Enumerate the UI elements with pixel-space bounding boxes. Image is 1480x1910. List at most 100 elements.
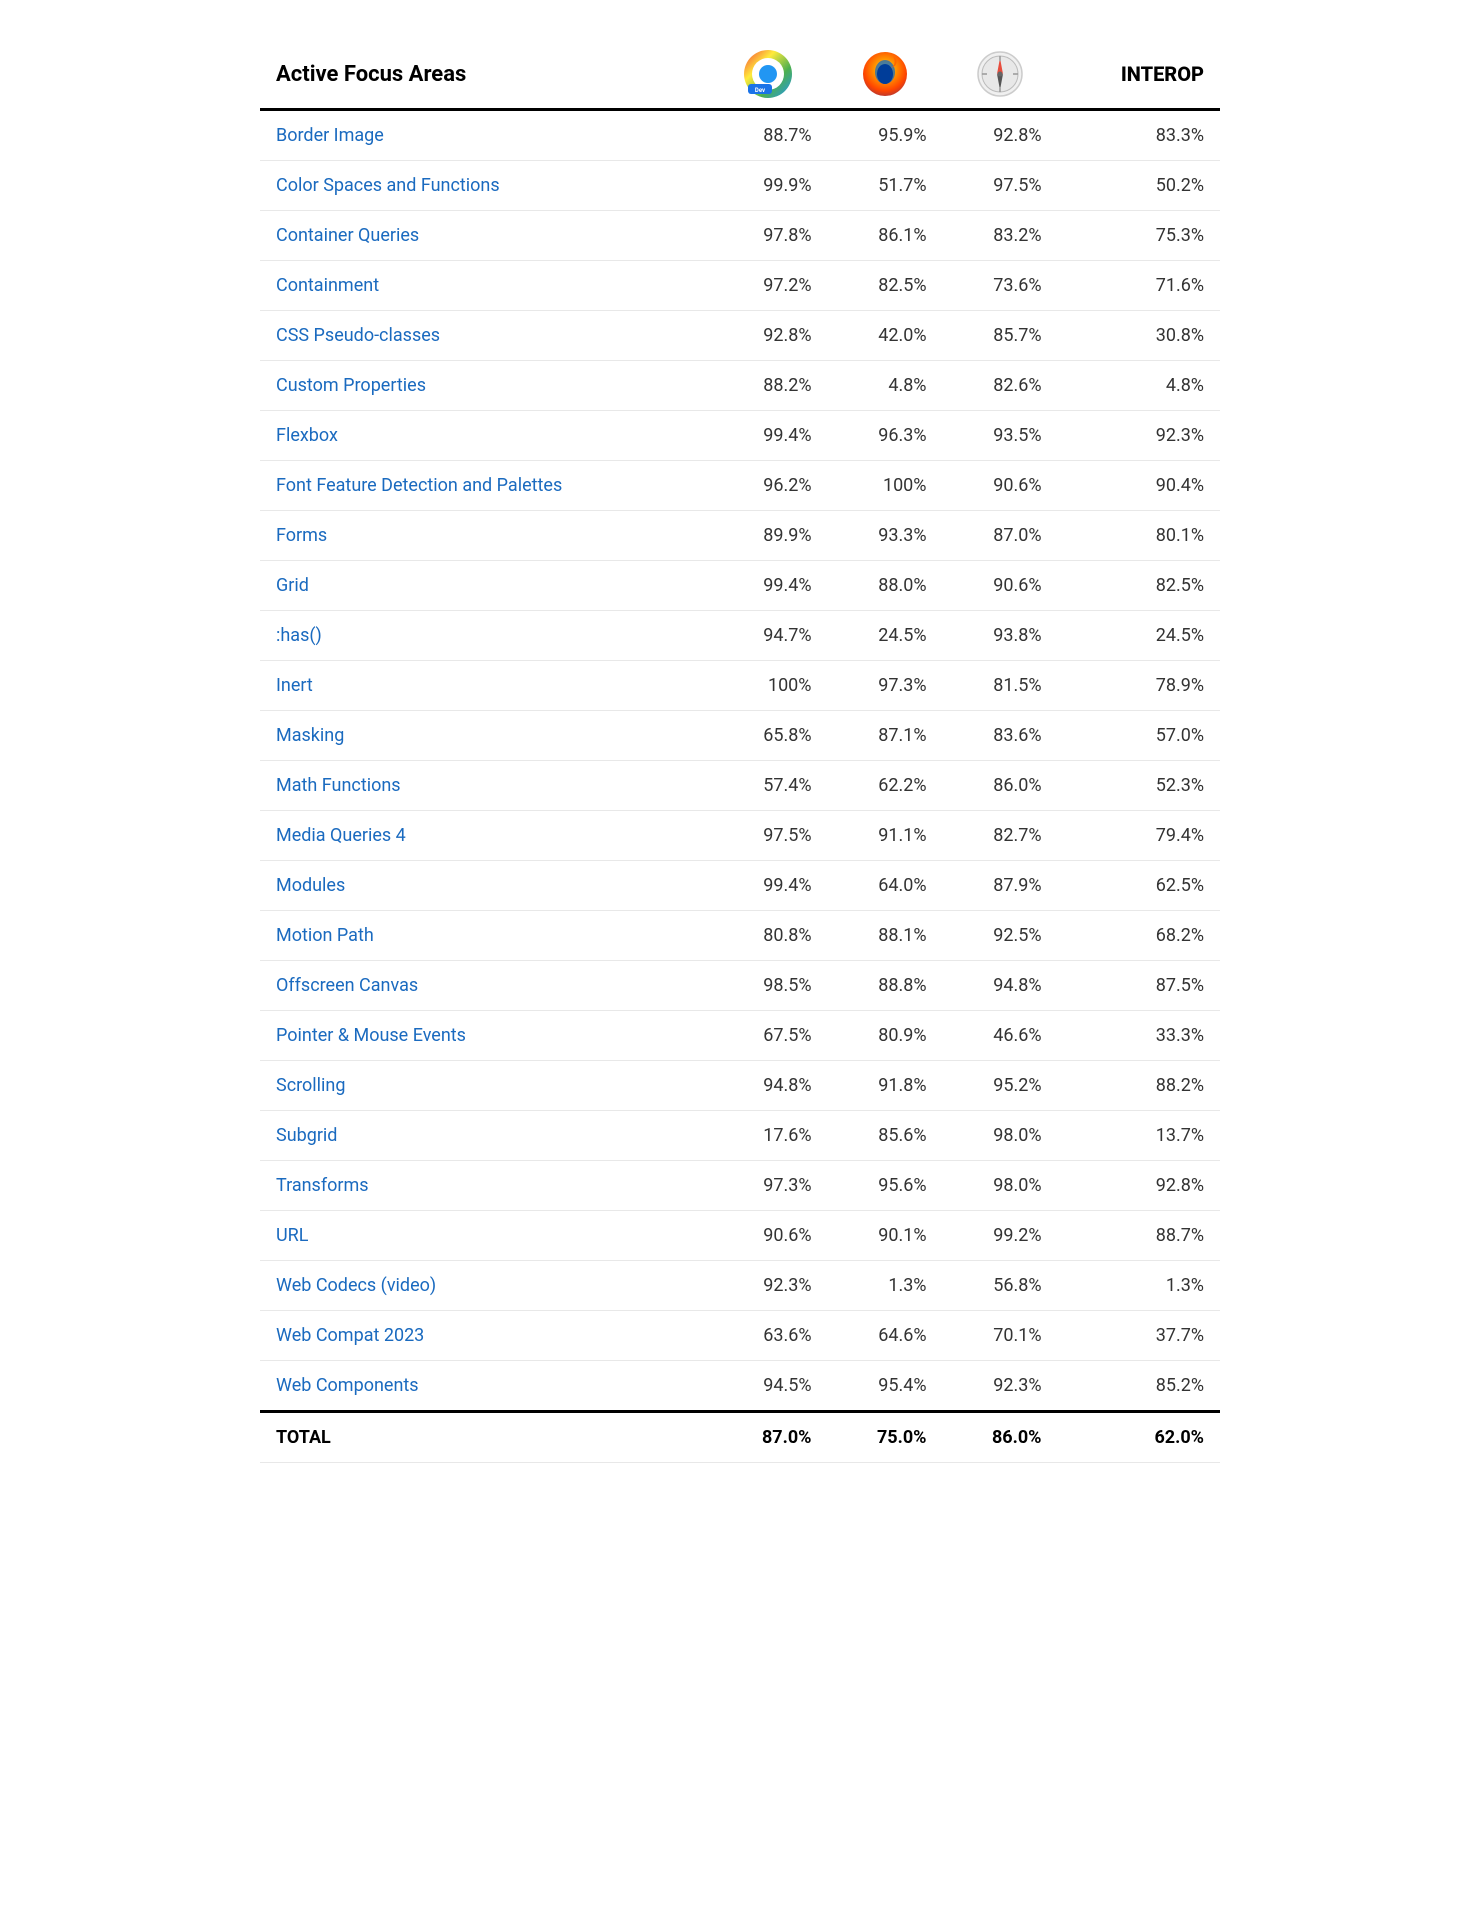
- row-safari: 90.6%: [943, 561, 1058, 611]
- row-safari: 98.0%: [943, 1161, 1058, 1211]
- row-chrome: 67.5%: [709, 1011, 828, 1061]
- row-name[interactable]: Flexbox: [260, 411, 709, 461]
- row-firefox: 88.0%: [828, 561, 943, 611]
- row-chrome: 99.4%: [709, 861, 828, 911]
- table-row: Offscreen Canvas98.5%88.8%94.8%87.5%: [260, 961, 1220, 1011]
- row-firefox: 97.3%: [828, 661, 943, 711]
- row-safari: 81.5%: [943, 661, 1058, 711]
- row-interop: 33.3%: [1058, 1011, 1221, 1061]
- row-name[interactable]: Inert: [260, 661, 709, 711]
- row-name[interactable]: Scrolling: [260, 1061, 709, 1111]
- table-header-row: Active Focus Areas: [260, 40, 1220, 110]
- row-firefox: 1.3%: [828, 1261, 943, 1311]
- row-interop: 83.3%: [1058, 110, 1221, 161]
- svg-text:Dev: Dev: [755, 87, 765, 94]
- row-interop: 24.5%: [1058, 611, 1221, 661]
- row-chrome: 65.8%: [709, 711, 828, 761]
- row-firefox: 64.6%: [828, 1311, 943, 1361]
- row-name[interactable]: Transforms: [260, 1161, 709, 1211]
- row-chrome: 97.2%: [709, 261, 828, 311]
- row-interop: 80.1%: [1058, 511, 1221, 561]
- row-name[interactable]: Web Codecs (video): [260, 1261, 709, 1311]
- row-chrome: 94.5%: [709, 1361, 828, 1412]
- table-row: Container Queries97.8%86.1%83.2%75.3%: [260, 211, 1220, 261]
- row-name[interactable]: Font Feature Detection and Palettes: [260, 461, 709, 511]
- row-firefox: 95.6%: [828, 1161, 943, 1211]
- col-safari-header: [943, 40, 1058, 110]
- row-safari: 56.8%: [943, 1261, 1058, 1311]
- row-name[interactable]: Containment: [260, 261, 709, 311]
- row-name[interactable]: Math Functions: [260, 761, 709, 811]
- row-name[interactable]: Color Spaces and Functions: [260, 161, 709, 211]
- row-chrome: 99.4%: [709, 561, 828, 611]
- row-name[interactable]: :has(): [260, 611, 709, 661]
- table-row: Grid99.4%88.0%90.6%82.5%: [260, 561, 1220, 611]
- row-name[interactable]: Masking: [260, 711, 709, 761]
- row-interop: 78.9%: [1058, 661, 1221, 711]
- row-interop: 71.6%: [1058, 261, 1221, 311]
- table-row: Forms89.9%93.3%87.0%80.1%: [260, 511, 1220, 561]
- row-firefox: 100%: [828, 461, 943, 511]
- row-safari: 70.1%: [943, 1311, 1058, 1361]
- row-name[interactable]: Grid: [260, 561, 709, 611]
- row-name[interactable]: Subgrid: [260, 1111, 709, 1161]
- row-safari: 87.0%: [943, 511, 1058, 561]
- row-safari: 73.6%: [943, 261, 1058, 311]
- row-name[interactable]: Web Components: [260, 1361, 709, 1412]
- row-name[interactable]: CSS Pseudo-classes: [260, 311, 709, 361]
- row-name[interactable]: Pointer & Mouse Events: [260, 1011, 709, 1061]
- row-name[interactable]: Forms: [260, 511, 709, 561]
- total-interop: 62.0%: [1058, 1412, 1221, 1463]
- row-interop: 50.2%: [1058, 161, 1221, 211]
- col-interop-header: INTEROP: [1058, 40, 1221, 110]
- col-focus-areas: Active Focus Areas: [260, 40, 709, 110]
- total-label: TOTAL: [260, 1412, 709, 1463]
- row-name[interactable]: Modules: [260, 861, 709, 911]
- row-safari: 83.6%: [943, 711, 1058, 761]
- row-chrome: 88.7%: [709, 110, 828, 161]
- row-name[interactable]: Border Image: [260, 110, 709, 161]
- row-chrome: 89.9%: [709, 511, 828, 561]
- row-interop: 88.7%: [1058, 1211, 1221, 1261]
- row-firefox: 95.9%: [828, 110, 943, 161]
- row-firefox: 88.8%: [828, 961, 943, 1011]
- row-safari: 82.7%: [943, 811, 1058, 861]
- row-interop: 68.2%: [1058, 911, 1221, 961]
- row-name[interactable]: URL: [260, 1211, 709, 1261]
- total-safari: 86.0%: [943, 1412, 1058, 1463]
- row-name[interactable]: Offscreen Canvas: [260, 961, 709, 1011]
- row-name[interactable]: Media Queries 4: [260, 811, 709, 861]
- row-firefox: 86.1%: [828, 211, 943, 261]
- row-safari: 82.6%: [943, 361, 1058, 411]
- row-chrome: 92.8%: [709, 311, 828, 361]
- col-firefox-header: [828, 40, 943, 110]
- chrome-dev-icon: Dev: [742, 48, 794, 100]
- row-safari: 93.8%: [943, 611, 1058, 661]
- row-safari: 83.2%: [943, 211, 1058, 261]
- row-name[interactable]: Custom Properties: [260, 361, 709, 411]
- table-row: :has()94.7%24.5%93.8%24.5%: [260, 611, 1220, 661]
- total-row: TOTAL 87.0% 75.0% 86.0% 62.0%: [260, 1412, 1220, 1463]
- row-chrome: 100%: [709, 661, 828, 711]
- row-interop: 82.5%: [1058, 561, 1221, 611]
- row-chrome: 99.9%: [709, 161, 828, 211]
- row-interop: 87.5%: [1058, 961, 1221, 1011]
- row-interop: 88.2%: [1058, 1061, 1221, 1111]
- row-name[interactable]: Motion Path: [260, 911, 709, 961]
- row-name[interactable]: Container Queries: [260, 211, 709, 261]
- row-firefox: 82.5%: [828, 261, 943, 311]
- row-firefox: 4.8%: [828, 361, 943, 411]
- row-interop: 30.8%: [1058, 311, 1221, 361]
- row-interop: 79.4%: [1058, 811, 1221, 861]
- row-firefox: 87.1%: [828, 711, 943, 761]
- row-name[interactable]: Web Compat 2023: [260, 1311, 709, 1361]
- row-interop: 52.3%: [1058, 761, 1221, 811]
- row-firefox: 62.2%: [828, 761, 943, 811]
- row-safari: 97.5%: [943, 161, 1058, 211]
- table-row: Containment97.2%82.5%73.6%71.6%: [260, 261, 1220, 311]
- row-chrome: 97.3%: [709, 1161, 828, 1211]
- table-row: URL90.6%90.1%99.2%88.7%: [260, 1211, 1220, 1261]
- total-firefox: 75.0%: [828, 1412, 943, 1463]
- interop-table: Active Focus Areas: [260, 40, 1220, 1463]
- row-safari: 87.9%: [943, 861, 1058, 911]
